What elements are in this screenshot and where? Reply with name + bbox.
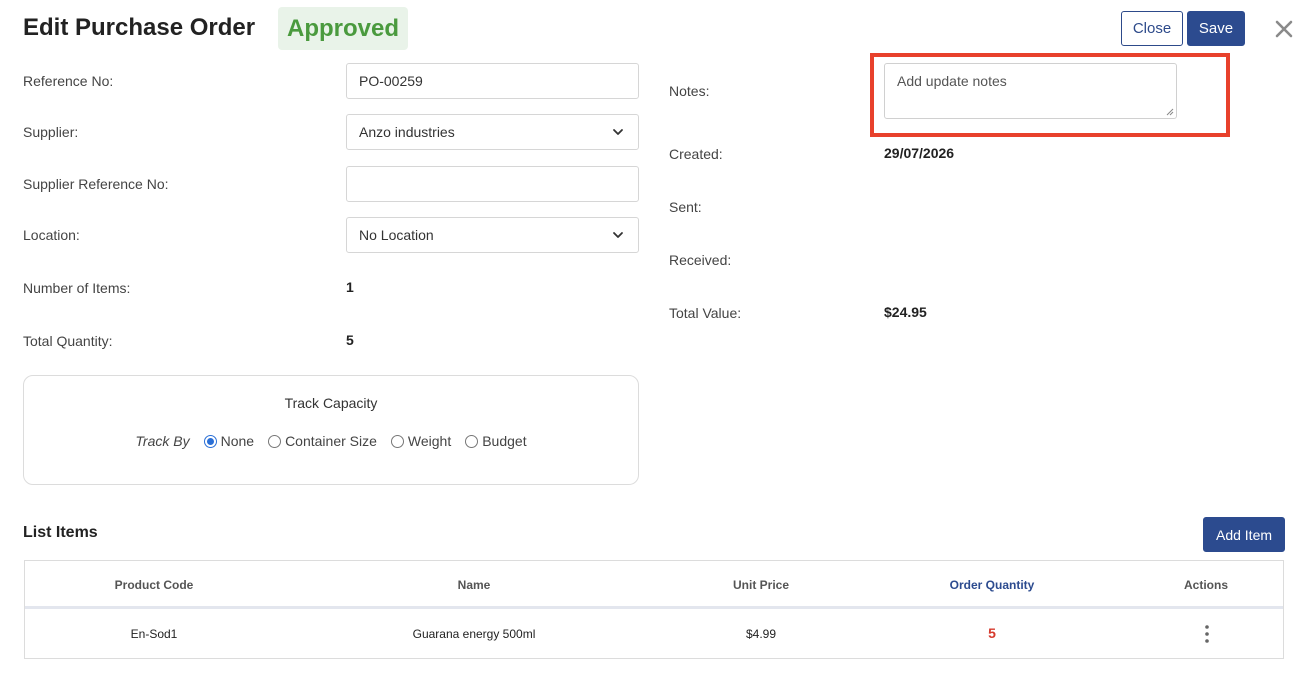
radio-budget[interactable]: Budget	[465, 433, 527, 449]
supplier-ref-field[interactable]	[346, 166, 639, 202]
supplier-value: Anzo industries	[359, 124, 455, 140]
list-items-table: Product Code Name Unit Price Order Quant…	[24, 560, 1284, 659]
highlight-box	[870, 53, 1230, 137]
radio-unchecked-icon	[465, 434, 479, 448]
status-badge: Approved	[278, 7, 409, 50]
cell-name: Guarana energy 500ml	[412, 627, 536, 641]
column-header-product-code[interactable]: Product Code	[115, 578, 194, 592]
more-actions-icon[interactable]	[1205, 625, 1209, 643]
created-value: 29/07/2026	[884, 145, 955, 161]
reference-label: Reference No:	[23, 73, 114, 89]
radio-budget-label: Budget	[482, 433, 527, 449]
radio-unchecked-icon	[268, 434, 282, 448]
track-by-label: Track By	[135, 433, 190, 449]
supplier-label: Supplier:	[23, 124, 79, 140]
items-label: Number of Items:	[23, 280, 131, 296]
track-capacity-title: Track Capacity	[284, 395, 378, 411]
quantity-label: Total Quantity:	[23, 333, 113, 349]
radio-checked-icon	[203, 434, 217, 448]
radio-none-label: None	[220, 433, 255, 449]
list-items-title: List Items	[23, 524, 98, 541]
location-value: No Location	[359, 227, 434, 243]
total-value-label: Total Value:	[669, 305, 742, 321]
location-label: Location:	[23, 227, 80, 243]
received-label: Received:	[669, 252, 732, 268]
cell-order-quantity[interactable]: 5	[988, 625, 996, 641]
save-button[interactable]: Save	[1187, 11, 1245, 46]
radio-container-size-label: Container Size	[285, 433, 377, 449]
add-item-button[interactable]: Add Item	[1203, 517, 1285, 552]
cell-unit-price: $4.99	[745, 627, 777, 641]
radio-weight[interactable]: Weight	[390, 433, 452, 449]
chevron-down-icon	[613, 232, 623, 238]
radio-unchecked-icon	[390, 434, 404, 448]
quantity-value: 5	[346, 332, 354, 348]
created-label: Created:	[669, 146, 723, 162]
total-value: $24.95	[884, 304, 927, 320]
sent-label: Sent:	[669, 199, 702, 215]
cell-product-code: En-Sod1	[130, 627, 178, 641]
notes-label: Notes:	[669, 83, 710, 99]
radio-weight-label: Weight	[407, 433, 452, 449]
column-header-actions: Actions	[1183, 578, 1229, 592]
location-select[interactable]: No Location	[346, 217, 639, 253]
reference-field[interactable]: PO-00259	[346, 63, 639, 99]
column-header-name[interactable]: Name	[458, 578, 491, 592]
track-capacity-panel: Track Capacity Track By None Container S…	[23, 375, 639, 485]
table-header	[25, 561, 1283, 609]
page-title: Edit Purchase Order	[23, 14, 256, 41]
column-header-unit-price[interactable]: Unit Price	[733, 578, 789, 592]
close-icon[interactable]	[1272, 18, 1296, 42]
supplier-select[interactable]: Anzo industries	[346, 114, 639, 150]
radio-container-size[interactable]: Container Size	[268, 433, 377, 449]
close-button[interactable]: Close	[1121, 11, 1183, 46]
close-icon-glyph	[1275, 20, 1293, 38]
items-value: 1	[346, 279, 354, 295]
column-header-order-quantity[interactable]: Order Quantity	[950, 578, 1035, 592]
track-by-options: Track By None Container Size Weight Budg…	[24, 433, 638, 449]
reference-value: PO-00259	[359, 73, 423, 89]
chevron-down-icon	[613, 129, 623, 135]
radio-none[interactable]: None	[203, 433, 255, 449]
supplier-ref-label: Supplier Reference No:	[23, 176, 169, 192]
